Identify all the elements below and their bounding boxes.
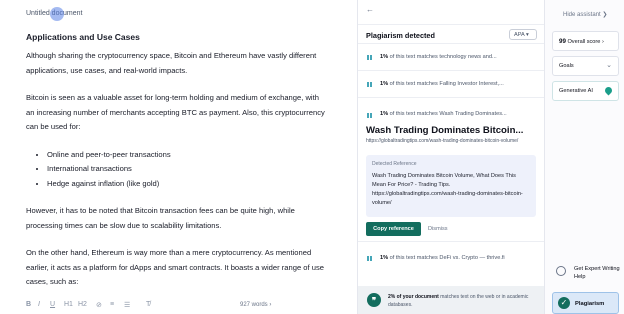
paragraph-1: Although sharing the cryptocurrency spac… [26, 51, 317, 75]
format-toolbar: B I U H1 H2 ⊘ ≡ ☰ T̸ 927 words › [0, 298, 357, 314]
generative-ai-button[interactable]: Generative AI [552, 81, 619, 101]
word-count[interactable]: 927 words › [240, 302, 271, 308]
heading1-button[interactable]: H1 [64, 301, 73, 308]
numbered-list-icon[interactable]: ≡ [110, 301, 114, 308]
plagiarism-panel: ← Plagiarism detected APA ▾ 1% of this t… [358, 0, 544, 314]
expert-label: Get Expert Writing Help [574, 266, 620, 280]
editor-pane: Untitled document Applications and Use C… [0, 0, 357, 314]
quote-icon [367, 256, 373, 261]
quote-icon [367, 113, 373, 118]
paragraph-2: Bitcoin is seen as a valuable asset for … [26, 93, 325, 131]
panel-header: Plagiarism detected APA ▾ [358, 24, 544, 44]
clear-format-icon[interactable]: T̸ [146, 301, 150, 308]
match-percent: 1% [380, 255, 389, 261]
quote-badge-icon: ❞ [367, 293, 381, 307]
expanded-match-card[interactable]: 1% of this text matches Wash Trading Dom… [358, 110, 544, 242]
copy-reference-button[interactable]: Copy reference [366, 222, 421, 236]
expert-icon [556, 266, 566, 276]
italic-button[interactable]: I [38, 301, 40, 308]
match-percent: 1% [380, 54, 389, 60]
underline-button[interactable]: U [50, 301, 55, 308]
plagiarism-summary-footer: ❞ 2% of your document matches text on th… [358, 286, 544, 314]
match-percent: 1% [380, 111, 389, 117]
hide-assistant-button[interactable]: Hide assistant ❯ [563, 11, 607, 18]
match-card[interactable]: 1% of this text matches DeFi vs. Crypto … [358, 246, 544, 272]
dismiss-button[interactable]: Dismiss [428, 226, 448, 232]
match-card[interactable]: 1% of this text matches technology news … [358, 45, 544, 71]
check-icon: ✓ [558, 297, 570, 309]
quote-icon [367, 82, 373, 87]
assistant-sidebar: Hide assistant ❯ 99 Overall score › Goal… [545, 0, 624, 314]
list-item: International transactions [47, 162, 326, 177]
goals-label: Goals [559, 63, 574, 69]
match-card[interactable]: 1% of this text matches Falling Investor… [358, 72, 544, 98]
cursor-highlight [50, 7, 64, 21]
expert-help-button[interactable]: Get Expert Writing Help [552, 262, 620, 286]
summary-text: 2% of your document matches text on the … [388, 294, 529, 308]
location-pin-icon [603, 85, 614, 96]
link-icon[interactable]: ⊘ [96, 301, 102, 309]
genai-label: Generative AI [559, 88, 593, 94]
score-value: 99 [559, 38, 566, 45]
match-summary: 1% of this text matches Falling Investor… [380, 81, 504, 87]
score-label: Overall score › [565, 39, 604, 45]
overall-score-button[interactable]: 99 Overall score › [552, 31, 619, 51]
paragraph-3: However, it has to be noted that Bitcoin… [26, 206, 295, 230]
document-body[interactable]: Applications and Use Cases Although shar… [26, 31, 326, 303]
chevron-down-icon: ⌄ [606, 62, 612, 69]
list-item: Hedge against inflation (like gold) [47, 177, 326, 192]
match-summary: 1% of this text matches DeFi vs. Crypto … [380, 255, 505, 261]
quote-icon [367, 55, 373, 60]
bullet-list-icon[interactable]: ☰ [124, 301, 130, 309]
bullet-list: Online and peer-to-peer transactions Int… [47, 148, 326, 192]
reference-box: Detected Reference Wash Trading Dominate… [366, 155, 536, 217]
reference-label: Detected Reference [372, 161, 417, 167]
reference-text: Wash Trading Dominates Bitcoin Volume, W… [372, 173, 523, 206]
panel-title: Plagiarism detected [366, 31, 435, 40]
plagiarism-label: Plagiarism [575, 301, 605, 307]
match-summary-row[interactable]: 1% of this text matches Wash Trading Dom… [358, 110, 544, 120]
paragraph-4: On the other hand, Ethereum is way more … [26, 248, 324, 286]
list-item: Online and peer-to-peer transactions [47, 148, 326, 163]
citation-style-select[interactable]: APA ▾ [509, 29, 537, 40]
goals-button[interactable]: Goals ⌄ [552, 56, 619, 76]
section-heading: Applications and Use Cases [26, 32, 140, 42]
bold-button[interactable]: B [26, 301, 31, 308]
source-title: Wash Trading Dominates Bitcoin... [366, 125, 524, 136]
heading2-button[interactable]: H2 [78, 301, 87, 308]
back-arrow-icon[interactable]: ← [366, 5, 374, 14]
match-summary: 1% of this text matches technology news … [380, 54, 497, 60]
source-url[interactable]: https://globaltradingtips.com/wash-tradi… [366, 138, 518, 144]
match-percent: 1% [380, 81, 389, 87]
plagiarism-tab[interactable]: ✓ Plagiarism [552, 292, 619, 314]
